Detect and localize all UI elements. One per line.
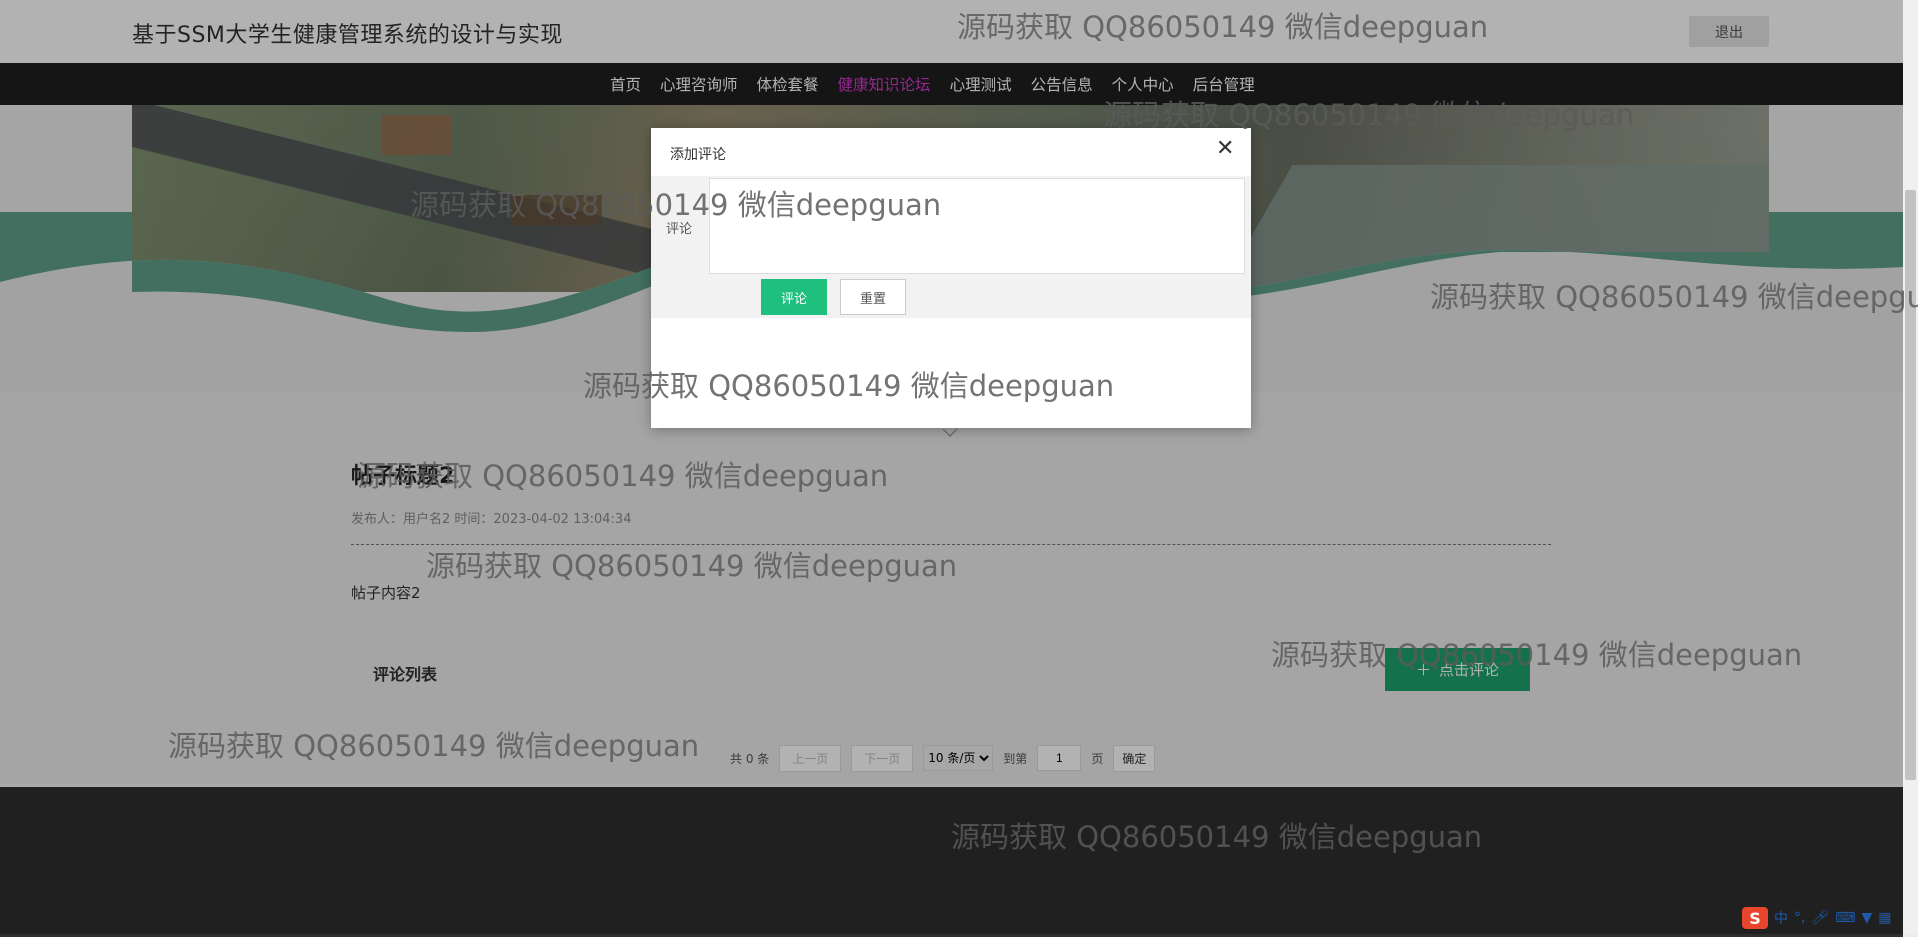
keyboard-icon[interactable]: ⌨ [1835,910,1855,926]
ime-mode[interactable]: 中 [1774,908,1788,928]
dialog-title: 添加评论 [670,147,726,163]
chevron-down-icon [942,428,958,438]
reset-button[interactable]: 重置 [840,279,906,315]
skin-icon[interactable]: ▼ [1861,910,1872,926]
sogou-logo-icon[interactable]: S [1742,907,1768,929]
add-comment-dialog: 添加评论 ✕ 评论 评论 重置 [651,128,1251,428]
microphone-icon[interactable]: 🎤︎ [1811,910,1829,926]
close-icon[interactable]: ✕ [1216,138,1234,160]
dialog-body: 评论 评论 重置 [651,176,1251,318]
submit-comment-button[interactable]: 评论 [761,279,827,315]
comment-field-label: 评论 [666,222,693,237]
ime-toolbar[interactable]: S 中 °, 🎤︎ ⌨ ▼ ▦ [1742,906,1891,930]
comment-textarea[interactable] [709,178,1245,274]
toolbox-icon[interactable]: ▦ [1878,910,1891,926]
punctuation-icon[interactable]: °, [1794,910,1805,926]
scrollbar-thumb[interactable] [1905,190,1916,780]
